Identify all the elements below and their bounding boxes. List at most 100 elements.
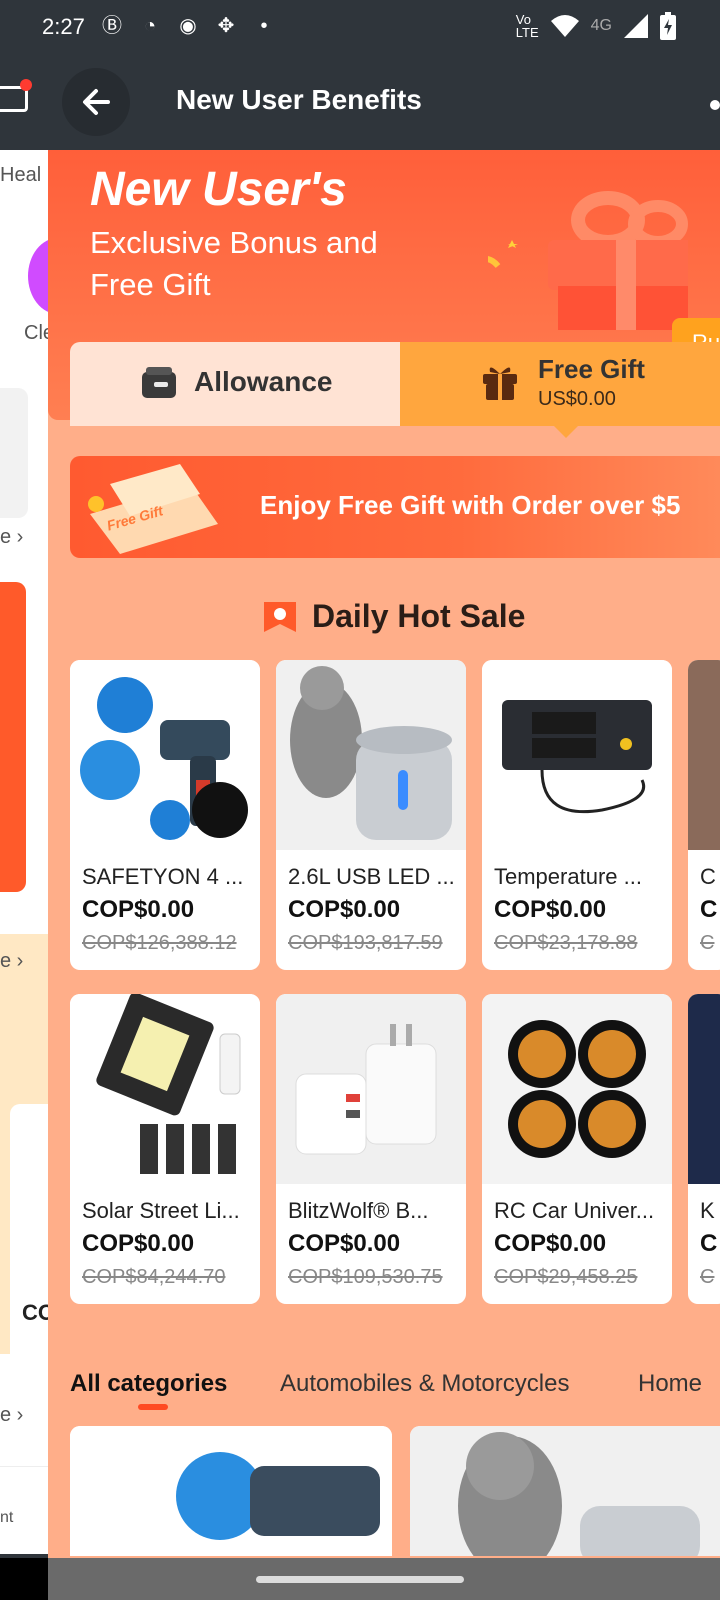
tab-free-gift-label: Free Gift [538,354,645,384]
product-image-drill-brush [70,660,260,850]
background-header [0,54,48,150]
product-price: COP$0.00 [288,1230,401,1257]
tab-allowance-label: Allowance [194,366,333,397]
page-title: New User Benefits [176,84,422,115]
product-card[interactable]: 2.6L USB LED ... COP$0.00 COP$193,817.59 [276,660,466,970]
section-title: Daily Hot Sale [312,598,526,634]
product-original-price: C [700,1266,715,1288]
product-image-thermostat [482,660,672,850]
product-price: COP$0.00 [494,1230,607,1257]
product-card[interactable]: C C C [688,660,720,970]
bg-text-more-3: e › [0,1404,24,1426]
product-image-charger [276,994,466,1184]
new-user-benefits-panel: New User Benefits New User's Exclusive B… [48,54,720,1558]
product-card[interactable]: Temperature ... COP$0.00 COP$23,178.88 [482,660,672,970]
bg-text-heal: Heal [0,164,42,186]
wifi-icon [550,15,579,37]
product-card[interactable] [410,1426,720,1556]
category-tab-automobiles[interactable]: Automobiles & Motorcycles [280,1370,569,1398]
product-price: C [700,896,718,923]
product-image-cat-fountain [276,660,466,850]
notification-icons: Ⓑ ◔ ◉ ✥ • [100,14,276,38]
product-name: RC Car Univer... [494,1198,655,1223]
background-page: Heal Cle e › e › CO e › nt [0,54,48,1554]
messenger-icon: ◔ [143,15,157,37]
product-price: COP$0.00 [288,896,401,923]
p-app-icon: ◉ [179,15,197,37]
hero-title: New User's [90,163,347,216]
status-time: 2:27 [42,14,85,39]
dot-icon: • [260,15,268,37]
product-card[interactable]: BlitzWolf® B... COP$0.00 COP$109,530.75 [276,994,466,1304]
product-image-drill-brush-large [70,1426,392,1556]
product-original-price: COP$84,244.70 [82,1266,226,1288]
nav-bar-left [0,1558,48,1600]
category-tab-home[interactable]: Home [638,1370,702,1398]
daily-hot-sale-header: Daily Hot Sale [262,598,525,635]
status-bar: 2:27 Ⓑ ◔ ◉ ✥ • Vo LTE 4G [0,0,720,54]
product-name: Temperature ... [494,864,642,889]
bg-card [0,388,28,518]
bg-promo-block [0,582,26,892]
bg-text-co: CO [22,1300,48,1325]
active-tab-indicator [138,1404,168,1410]
banner-text: Enjoy Free Gift with Order over $5 [260,490,681,520]
home-gesture-handle[interactable] [256,1576,464,1583]
free-gift-banner[interactable]: Free Gift Enjoy Free Gift with Order ove… [70,456,720,558]
bg-text-nt: nt [0,1509,14,1526]
product-name: Solar Street Li... [82,1198,240,1223]
product-original-price: COP$29,458.25 [494,1266,638,1288]
wallet-icon [142,367,176,398]
product-image-partial [688,994,720,1184]
benefit-tabs: Allowance Free Gift US$0.00 [70,342,720,438]
product-original-price: COP$109,530.75 [288,1266,443,1288]
product-name: 2.6L USB LED ... [288,864,455,889]
category-tabs: All categories Automobiles & Motorcycles… [70,1360,720,1410]
more-options-icon[interactable] [710,100,720,110]
bg-text-cle: Cle [24,322,48,344]
gift-icon [483,367,517,400]
b-app-icon: Ⓑ [102,15,122,37]
battery-icon [660,12,676,40]
category-tab-all[interactable]: All categories [70,1370,227,1398]
hub-icon: ✥ [217,15,235,37]
product-image-partial [688,660,720,850]
product-price: COP$0.00 [82,896,195,923]
gift-box-illustration [488,191,688,330]
product-name: K [700,1198,715,1223]
tab-allowance[interactable]: Allowance [70,342,400,426]
product-original-price: COP$23,178.88 [494,932,638,954]
tab-free-gift-value: US$0.00 [538,388,616,410]
tab-free-gift[interactable]: Free Gift US$0.00 [400,342,720,438]
product-price: COP$0.00 [494,896,607,923]
product-name: BlitzWolf® B... [288,1198,429,1223]
product-card[interactable]: RC Car Univer... COP$0.00 COP$29,458.25 [482,994,672,1304]
product-name: SAFETYON 4 ... [82,864,244,889]
product-image-rc-wheels [482,994,672,1184]
bg-bottom-nav: nt [0,1466,48,1554]
product-image-solar-light [70,994,260,1184]
back-button[interactable] [62,68,130,136]
bg-text-more-2: e › [0,950,24,972]
bg-cream-section: e › CO [0,934,48,1364]
hot-sale-flag-icon [264,601,296,632]
product-card[interactable]: Solar Street Li... COP$0.00 COP$84,244.7… [70,994,260,1304]
back-arrow-icon [83,89,110,115]
system-icons: Vo LTE 4G [516,12,676,40]
notification-dot [20,79,32,91]
hero-subtitle: Exclusive Bonus and Free Gift [90,225,378,302]
product-card[interactable]: SAFETYON 4 ... COP$0.00 COP$126,388.12 [70,660,260,970]
volte-icon: Vo LTE [515,12,539,40]
signal-icon [624,14,648,38]
product-image-cat-fountain-large [410,1426,720,1556]
product-card[interactable] [70,1426,392,1556]
product-original-price: COP$126,388.12 [82,932,237,954]
product-original-price: COP$193,817.59 [288,932,443,954]
panel-header: New User Benefits [48,54,720,150]
product-card[interactable]: K C C [688,994,720,1304]
product-original-price: C [700,932,715,954]
product-price: COP$0.00 [82,1230,195,1257]
network-type: 4G [590,17,612,34]
gesture-navigation-bar [48,1558,720,1600]
bg-category-icon [28,238,48,314]
